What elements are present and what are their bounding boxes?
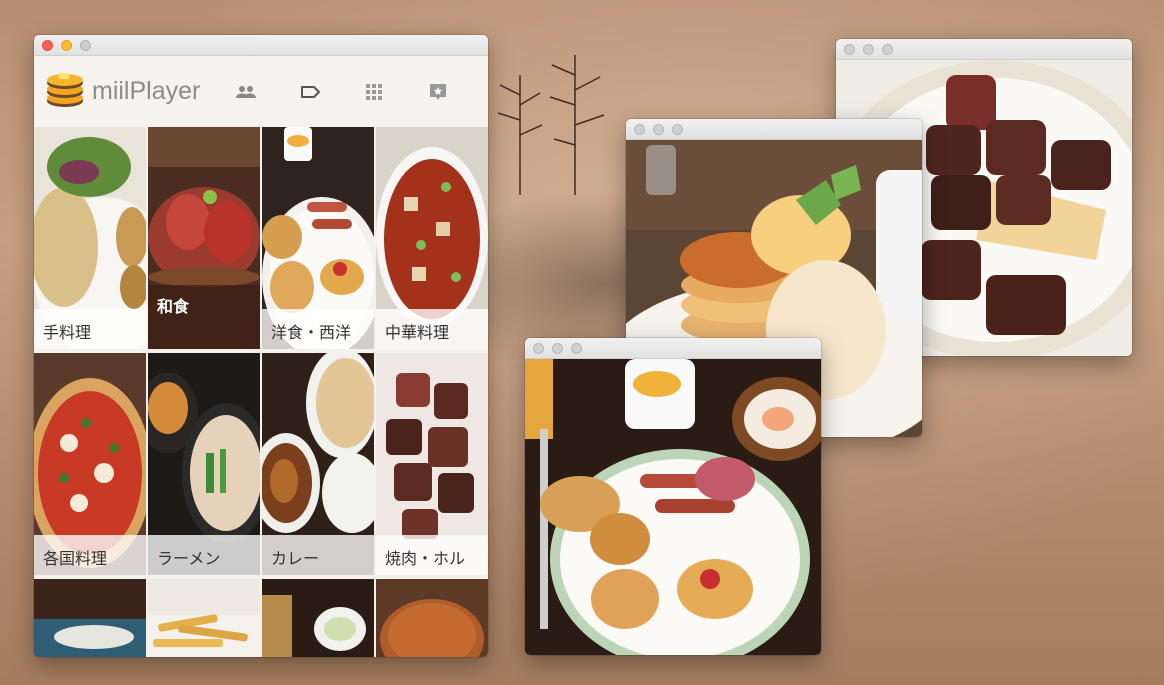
fries-photo — [148, 579, 260, 657]
category-tile[interactable]: ラーメン — [148, 353, 260, 575]
cafe-meal-photo — [262, 579, 374, 657]
zoom-button[interactable] — [672, 124, 683, 135]
photo-window-titlebar[interactable] — [525, 338, 821, 359]
category-tile[interactable] — [34, 579, 146, 657]
photo-window-breakfast — [525, 338, 821, 655]
category-label: 中華料理 — [376, 309, 488, 349]
photo-window-titlebar[interactable] — [626, 119, 922, 140]
category-tile[interactable]: 焼肉・ホル — [376, 353, 488, 575]
miilplayer-main-window: miilPlayer 手料理 和食 洋食・西洋 中華料理 各国料理 ラーメン カ… — [34, 35, 488, 657]
category-tile[interactable]: 洋食・西洋 — [262, 127, 374, 349]
category-tile[interactable]: 手料理 — [34, 127, 146, 349]
category-tile[interactable]: カレー — [262, 353, 374, 575]
category-label: カレー — [262, 535, 374, 575]
zoom-button[interactable] — [571, 343, 582, 354]
category-label: 各国料理 — [34, 535, 146, 575]
category-label: 洋食・西洋 — [262, 309, 374, 349]
pancake-logo-icon — [47, 73, 83, 107]
photo-window-titlebar[interactable] — [836, 39, 1132, 60]
main-titlebar[interactable] — [34, 35, 488, 56]
minimize-button[interactable] — [653, 124, 664, 135]
category-label: 手料理 — [34, 309, 146, 349]
category-label: 和食 — [148, 285, 260, 349]
close-button[interactable] — [533, 343, 544, 354]
zoom-button[interactable] — [80, 40, 91, 51]
tag-icon[interactable] — [298, 80, 322, 104]
category-tile[interactable] — [148, 579, 260, 657]
category-tile[interactable]: 和食 — [148, 127, 260, 349]
category-label: ラーメン — [148, 535, 260, 575]
close-button[interactable] — [634, 124, 645, 135]
category-tile[interactable]: 各国料理 — [34, 353, 146, 575]
category-label: 焼肉・ホル — [376, 535, 488, 575]
grid-icon[interactable] — [362, 80, 386, 104]
minimize-button[interactable] — [552, 343, 563, 354]
people-icon[interactable] — [234, 80, 258, 104]
category-tile[interactable] — [376, 579, 488, 657]
sparkle-comment-icon[interactable] — [426, 80, 450, 104]
bread-photo — [376, 579, 488, 657]
app-header: miilPlayer — [34, 56, 488, 126]
category-grid: 手料理 和食 洋食・西洋 中華料理 各国料理 ラーメン カレー 焼肉・ホル — [34, 127, 488, 657]
app-brand-name: miilPlayer — [92, 77, 201, 105]
breakfast-photo — [525, 359, 821, 655]
minimize-button[interactable] — [863, 44, 874, 55]
izakaya-photo — [34, 579, 146, 657]
minimize-button[interactable] — [61, 40, 72, 51]
category-tile[interactable]: 中華料理 — [376, 127, 488, 349]
category-tile[interactable] — [262, 579, 374, 657]
close-button[interactable] — [844, 44, 855, 55]
close-button[interactable] — [42, 40, 53, 51]
zoom-button[interactable] — [882, 44, 893, 55]
